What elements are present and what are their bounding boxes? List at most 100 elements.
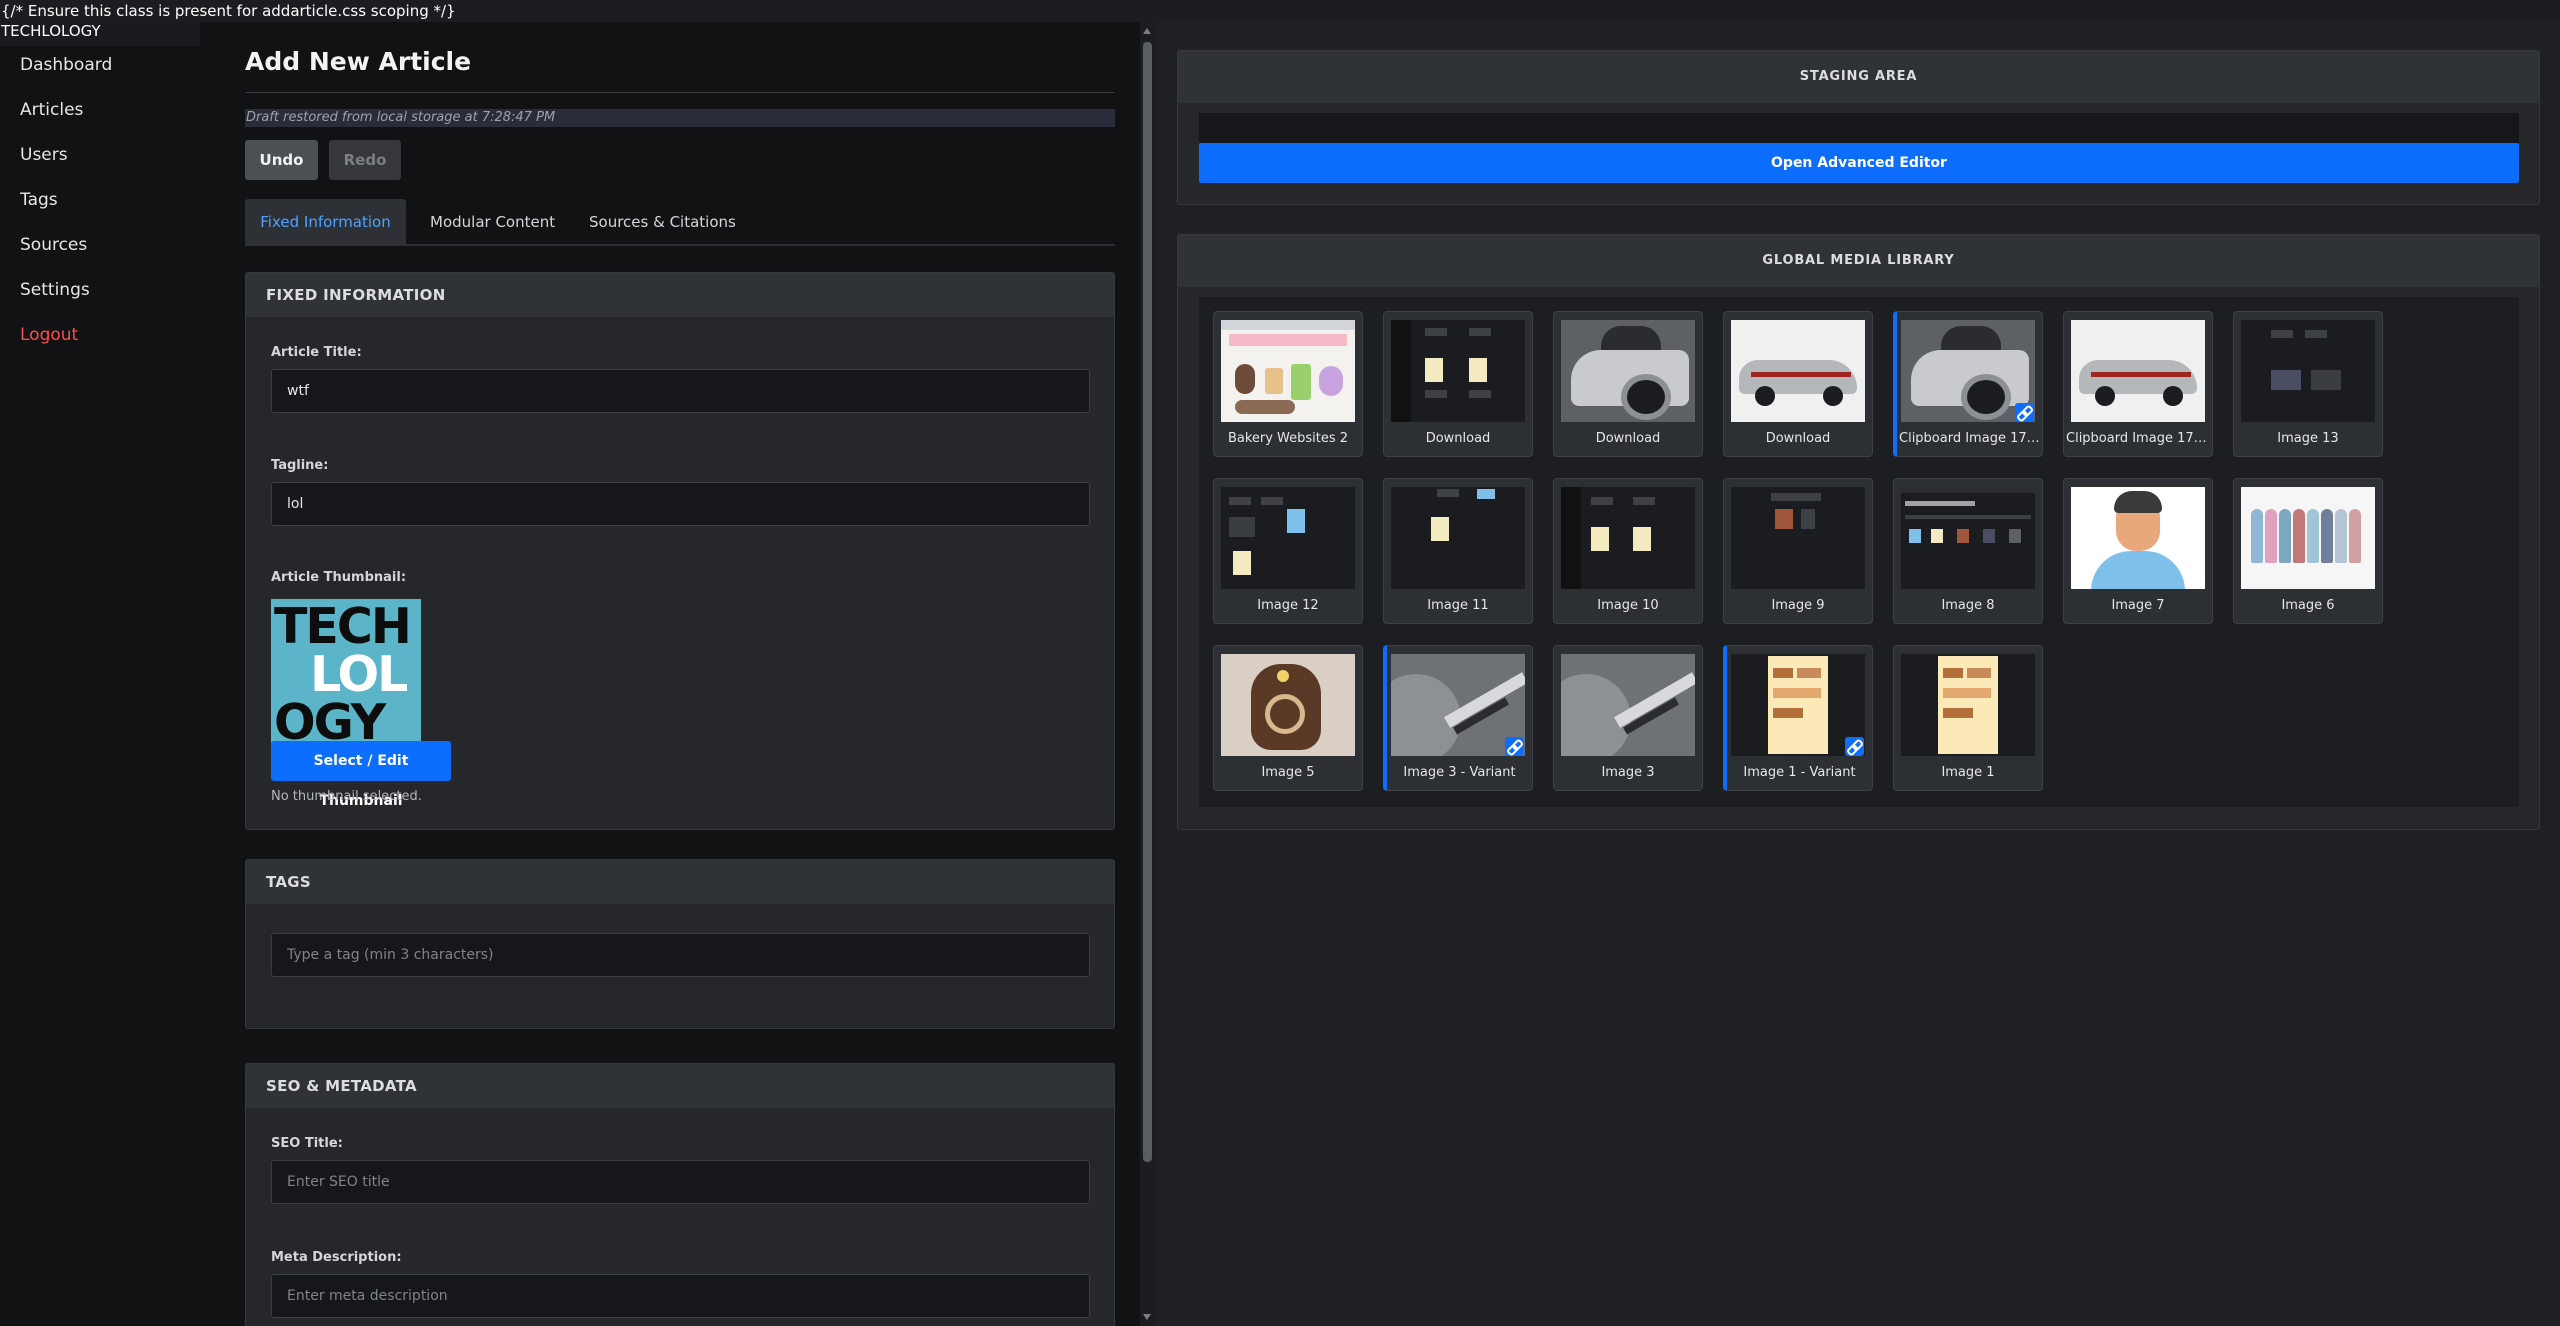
media-item-label: Clipboard Image 174... xyxy=(2066,431,2210,446)
media-item-label: Image 1 - Variant xyxy=(1743,765,1856,780)
sidebar-item-users[interactable]: Users xyxy=(0,136,200,181)
global-media-library-panel: GLOBAL MEDIA LIBRARY Bakery Websites 2 D… xyxy=(1177,234,2540,830)
media-thumbnail xyxy=(1901,487,2035,589)
article-title-input[interactable]: wtf xyxy=(271,369,1090,413)
article-editor: Add New Article Draft restored from loca… xyxy=(200,22,1140,1326)
media-item-label: Image 12 xyxy=(1257,598,1319,613)
media-item[interactable]: Image 11 xyxy=(1383,478,1533,624)
scroll-up-arrow-icon[interactable] xyxy=(1143,28,1151,34)
logo-line-2: LOL xyxy=(310,646,408,703)
media-thumbnail xyxy=(1731,487,1865,589)
fixed-information-header: FIXED INFORMATION xyxy=(246,273,1114,317)
scrollbar-thumb[interactable] xyxy=(1143,42,1152,1162)
scoping-comment: {/* Ensure this class is present for add… xyxy=(0,0,2560,22)
thumbnail-logo: TECH LOL OGY xyxy=(274,602,418,749)
media-thumbnail xyxy=(1561,654,1695,756)
media-item[interactable]: Download xyxy=(1383,311,1533,457)
tab-sources-citations[interactable]: Sources & Citations xyxy=(589,199,736,246)
media-item-label: Image 6 xyxy=(2281,598,2335,613)
media-thumbnail xyxy=(1561,487,1695,589)
tab-modular-content[interactable]: Modular Content xyxy=(430,199,555,246)
media-item[interactable]: Image 5 xyxy=(1213,645,1363,791)
seo-metadata-card: SEO & METADATA SEO Title: Enter SEO titl… xyxy=(245,1063,1115,1326)
tab-fixed-information[interactable]: Fixed Information xyxy=(245,199,406,246)
media-item-label: Image 10 xyxy=(1597,598,1659,613)
editor-tabs: Fixed Information Modular Content Source… xyxy=(245,199,1115,246)
media-thumbnail xyxy=(2071,487,2205,589)
media-item-label: Image 7 xyxy=(2111,598,2165,613)
media-item[interactable]: Image 8 xyxy=(1893,478,2043,624)
thumbnail-status: No thumbnail selected. xyxy=(271,789,422,804)
media-item[interactable]: Download xyxy=(1553,311,1703,457)
fixed-information-card: FIXED INFORMATION Article Title: wtf Tag… xyxy=(245,272,1115,830)
meta-description-input[interactable]: Enter meta description xyxy=(271,1274,1090,1318)
media-thumbnail xyxy=(1221,320,1355,422)
tagline-label: Tagline: xyxy=(271,458,329,473)
media-item-label: Image 3 - Variant xyxy=(1403,765,1516,780)
link-icon xyxy=(1505,737,1524,756)
sidebar-item-articles[interactable]: Articles xyxy=(0,91,200,136)
media-item[interactable]: Image 10 xyxy=(1553,478,1703,624)
sidebar-item-dashboard[interactable]: Dashboard xyxy=(0,46,200,91)
media-item[interactable]: Image 3 xyxy=(1553,645,1703,791)
sidebar-item-sources[interactable]: Sources xyxy=(0,226,200,271)
media-thumbnail xyxy=(1561,320,1695,422)
media-item[interactable]: Image 9 xyxy=(1723,478,1873,624)
link-icon xyxy=(1845,737,1864,756)
undo-button[interactable]: Undo xyxy=(245,140,318,180)
editor-scrollbar[interactable] xyxy=(1140,22,1155,1326)
logo-line-3: OGY xyxy=(274,694,386,749)
media-item[interactable]: Image 6 xyxy=(2233,478,2383,624)
media-item[interactable]: Image 1 xyxy=(1893,645,2043,791)
media-item-label: Image 5 xyxy=(1261,765,1315,780)
media-thumbnail xyxy=(1221,654,1355,756)
media-grid: Bakery Websites 2 Download Download Down… xyxy=(1199,297,2519,807)
media-item-label: Image 3 xyxy=(1601,765,1655,780)
title-divider xyxy=(245,92,1115,93)
tags-header: TAGS xyxy=(246,860,1114,904)
media-thumbnail xyxy=(1221,487,1355,589)
open-advanced-editor-button[interactable]: Open Advanced Editor xyxy=(1199,143,2519,183)
media-item-variant[interactable]: Image 1 - Variant xyxy=(1723,645,1873,791)
scroll-down-arrow-icon[interactable] xyxy=(1143,1314,1151,1320)
media-thumbnail xyxy=(1901,654,2035,756)
media-thumbnail xyxy=(1731,320,1865,422)
sidebar-item-logout[interactable]: Logout xyxy=(0,316,200,361)
sidebar: Dashboard Articles Users Tags Sources Se… xyxy=(0,46,200,1326)
media-item[interactable]: Image 12 xyxy=(1213,478,1363,624)
sidebar-item-settings[interactable]: Settings xyxy=(0,271,200,316)
media-item-label: Bakery Websites 2 xyxy=(1227,431,1349,446)
media-item-label: Clipboard Image 174... xyxy=(1899,431,2040,446)
media-item[interactable]: Image 7 xyxy=(2063,478,2213,624)
thumbnail-preview[interactable]: TECH LOL OGY xyxy=(271,599,421,749)
media-item-variant[interactable]: Clipboard Image 174... xyxy=(1893,311,2043,457)
seo-header: SEO & METADATA xyxy=(246,1064,1114,1108)
media-item-variant[interactable]: Image 3 - Variant xyxy=(1383,645,1533,791)
brand-name: TECHLOLOGY xyxy=(1,22,101,40)
seo-title-label: SEO Title: xyxy=(271,1136,343,1151)
media-thumbnail xyxy=(1391,320,1525,422)
draft-restored-note: Draft restored from local storage at 7:2… xyxy=(245,109,1115,127)
seo-title-input[interactable]: Enter SEO title xyxy=(271,1160,1090,1204)
media-item-label: Image 13 xyxy=(2277,431,2339,446)
media-item-label: Image 9 xyxy=(1771,598,1825,613)
media-thumbnail xyxy=(2241,320,2375,422)
tag-input[interactable]: Type a tag (min 3 characters) xyxy=(271,933,1090,977)
sidebar-item-tags[interactable]: Tags xyxy=(0,181,200,226)
article-thumbnail-label: Article Thumbnail: xyxy=(271,570,407,585)
media-item-label: Image 8 xyxy=(1941,598,1995,613)
media-thumbnail xyxy=(2241,487,2375,589)
tagline-input[interactable]: lol xyxy=(271,482,1090,526)
media-item[interactable]: Clipboard Image 174... xyxy=(2063,311,2213,457)
media-item[interactable]: Image 13 xyxy=(2233,311,2383,457)
media-item-label: Image 1 xyxy=(1941,765,1995,780)
staging-drop-zone[interactable] xyxy=(1199,113,2519,143)
media-item[interactable]: Bakery Websites 2 xyxy=(1213,311,1363,457)
redo-button[interactable]: Redo xyxy=(329,140,401,180)
media-item-label: Download xyxy=(1595,431,1661,446)
tags-card: TAGS Type a tag (min 3 characters) xyxy=(245,859,1115,1029)
media-item-label: Image 11 xyxy=(1427,598,1489,613)
media-item[interactable]: Download xyxy=(1723,311,1873,457)
media-library-header: GLOBAL MEDIA LIBRARY xyxy=(1178,235,2539,287)
select-thumbnail-button[interactable]: Select / Edit Thumbnail xyxy=(271,741,451,809)
